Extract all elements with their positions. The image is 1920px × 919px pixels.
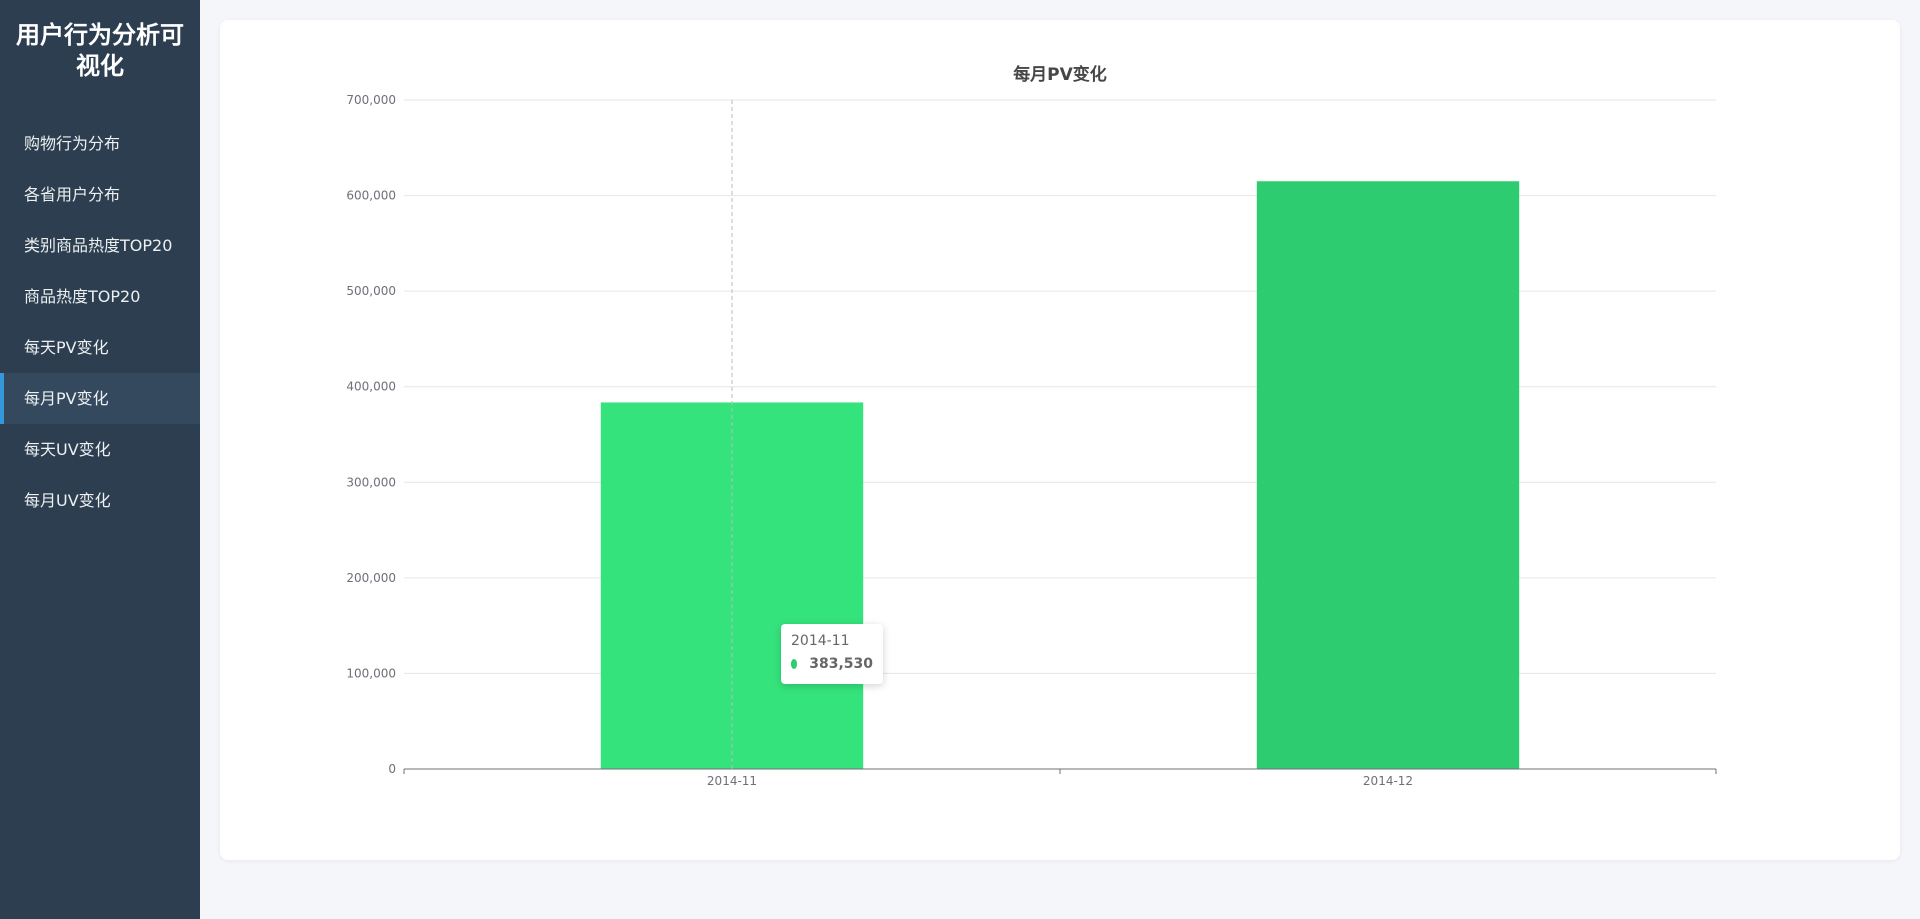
tooltip-value: 383,530: [809, 656, 873, 672]
y-tick-label: 600,000: [346, 189, 396, 203]
tooltip-series-dot-icon: [791, 659, 798, 669]
sidebar-item-daily-uv[interactable]: 每天UV变化: [0, 424, 200, 475]
tooltip-category: 2014-11: [791, 633, 850, 649]
y-tick-label: 700,000: [346, 93, 396, 107]
sidebar-item-product-top20[interactable]: 商品热度TOP20: [0, 271, 200, 322]
bar-2014-12: [1256, 181, 1520, 769]
chart-card: 每月PV变化 0 100,000 200,000 300,000 400,000 500,…: [220, 20, 1900, 860]
y-tick-label: 0: [388, 762, 396, 776]
y-tick-label: 100,000: [346, 666, 396, 680]
tooltip-row: 383,530: [791, 656, 873, 672]
x-tick-label: 2014-12: [1363, 774, 1413, 788]
chart-tooltip: 2014-11 383,530: [781, 624, 883, 684]
sidebar-item-daily-pv[interactable]: 每天PV变化: [0, 322, 200, 373]
bar-chart: 0 100,000 200,000 300,000 400,000 500,000 600,…: [346, 93, 1717, 788]
y-tick-label: 300,000: [346, 475, 396, 489]
y-tick-label: 500,000: [346, 284, 396, 298]
sidebar-item-monthly-pv[interactable]: 每月PV变化: [0, 373, 200, 424]
sidebar-item-shopping-behavior[interactable]: 购物行为分布: [0, 118, 200, 169]
y-tick-label: 200,000: [346, 571, 396, 585]
sidebar-item-category-top20[interactable]: 类别商品热度TOP20: [0, 220, 200, 271]
app-title: 用户行为分析可视化: [16, 21, 184, 80]
sidebar: 用户行为分析可视化 购物行为分布 各省用户分布 类别商品热度TOP20 商品热度…: [0, 0, 200, 919]
sidebar-menu: 购物行为分布 各省用户分布 类别商品热度TOP20 商品热度TOP20 每天PV…: [0, 118, 200, 526]
y-tick-label: 400,000: [346, 380, 396, 394]
x-tick-label: 2014-11: [707, 774, 757, 788]
sidebar-item-province-users[interactable]: 各省用户分布: [0, 169, 200, 220]
sidebar-item-monthly-uv[interactable]: 每月UV变化: [0, 475, 200, 526]
